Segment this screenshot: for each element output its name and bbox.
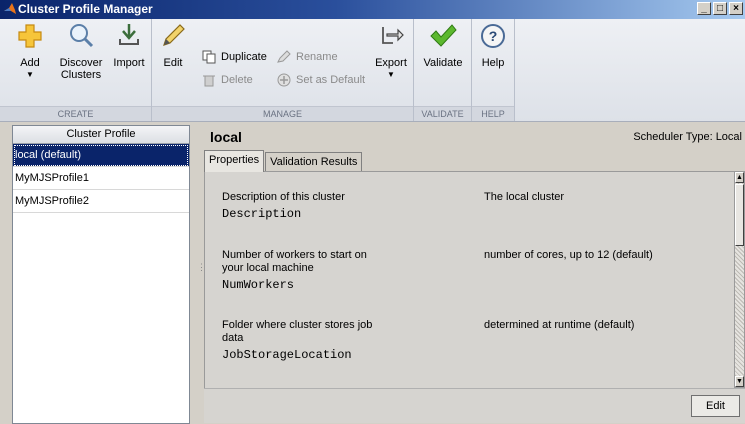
magnifier-icon (70, 24, 94, 48)
trash-icon (203, 75, 215, 87)
help-group-label: HELP (472, 106, 514, 121)
duplicate-button[interactable]: Duplicate (202, 50, 267, 64)
svg-text:?: ? (489, 28, 498, 44)
property-label-line1: Folder where cluster stores job (222, 319, 373, 331)
validate-label: Validate (423, 57, 463, 69)
property-value-description: The local cluster (484, 191, 565, 203)
edit-button[interactable]: Edit (158, 21, 188, 69)
discover-clusters-button[interactable]: Discover Clusters (56, 21, 106, 81)
property-label-line1: Number of workers to start on (222, 249, 367, 261)
set-as-default-button[interactable]: Set as Default (277, 73, 365, 87)
export-icon (382, 27, 404, 44)
export-label: Export (375, 57, 407, 69)
profile-title: local (210, 129, 242, 145)
properties-pane: Description of this cluster Description … (204, 171, 735, 390)
manage-group-label: MANAGE (152, 106, 413, 121)
property-name: Description (222, 207, 302, 221)
property-label: Description of this cluster (222, 191, 345, 203)
help-group: ? Help HELP (472, 19, 515, 121)
matlab-logo-icon (4, 3, 16, 14)
rename-icon (277, 50, 291, 63)
rename-label: Rename (296, 51, 338, 63)
edit-label: Edit (163, 57, 183, 69)
add-label: Add (20, 57, 40, 69)
property-jobstoragelocation: Folder where cluster stores job data Job… (222, 319, 462, 362)
help-button[interactable]: ? Help (476, 21, 510, 69)
discover-label-line1: Discover (59, 57, 103, 69)
tab-validation-results[interactable]: Validation Results (265, 152, 363, 172)
close-button[interactable]: × (729, 2, 743, 15)
checkmark-icon (430, 24, 457, 47)
profile-list-panel: Cluster Profile local (default) MyMJSPro… (12, 125, 190, 424)
import-icon (119, 24, 139, 45)
add-button[interactable]: Add ▼ (12, 21, 48, 79)
property-label-line2: data (222, 332, 244, 344)
scroll-up-arrow-icon[interactable]: ▲ (735, 172, 744, 183)
rename-button[interactable]: Rename (277, 50, 338, 64)
create-group-label: CREATE (0, 106, 151, 121)
maximize-button[interactable]: □ (713, 2, 727, 15)
validate-button[interactable]: Validate (421, 21, 465, 69)
detail-tabs: Properties Validation Results (204, 150, 363, 172)
duplicate-label: Duplicate (221, 51, 267, 63)
profile-item-local[interactable]: local (default) (13, 144, 189, 167)
property-value-numworkers: number of cores, up to 12 (default) (484, 249, 653, 261)
property-name: NumWorkers (222, 278, 295, 292)
title-bar: Cluster Profile Manager _ □ × (0, 0, 745, 19)
minimize-button[interactable]: _ (697, 2, 711, 15)
duplicate-icon (202, 50, 216, 64)
property-value-jobstoragelocation: determined at runtime (default) (484, 319, 635, 331)
tab-properties[interactable]: Properties (204, 150, 265, 172)
import-button[interactable]: Import (112, 21, 146, 69)
discover-label-line2: Clusters (60, 69, 102, 81)
dropdown-arrow-icon: ▼ (387, 70, 395, 79)
export-button[interactable]: Export ▼ (373, 21, 409, 79)
properties-scrollbar[interactable]: ▲ ▼ (734, 171, 745, 388)
edit-profile-button[interactable]: Edit (691, 395, 740, 417)
profile-list-header: Cluster Profile (13, 126, 189, 144)
plus-icon (18, 24, 42, 48)
profile-item-mymjsprofile1[interactable]: MyMJSProfile1 (13, 167, 189, 190)
manage-group: Edit Duplicate Delete Rename Set as Defa… (152, 19, 414, 121)
property-numworkers: Number of workers to start on your local… (222, 249, 462, 292)
window-title: Cluster Profile Manager (18, 2, 153, 16)
property-name: JobStorageLocation (222, 348, 352, 362)
profile-detail-panel: local Scheduler Type: Local Properties V… (201, 125, 745, 423)
delete-label: Delete (221, 74, 253, 86)
panel-splitter-handle[interactable]: ⋮ (197, 263, 206, 279)
property-description: Description of this cluster Description (222, 191, 462, 221)
dropdown-arrow-icon: ▼ (26, 70, 34, 79)
detail-button-bar: Edit (204, 388, 745, 423)
question-icon: ? (481, 24, 505, 48)
pencil-icon (163, 24, 185, 46)
plus-circle-icon (277, 73, 291, 87)
validate-group-label: VALIDATE (414, 106, 471, 121)
delete-button[interactable]: Delete (202, 73, 253, 87)
scrollbar-thumb[interactable] (735, 184, 744, 246)
validate-group: Validate VALIDATE (414, 19, 472, 121)
property-label-line2: your local machine (222, 262, 314, 274)
scheduler-type-label: Scheduler Type: Local (633, 131, 742, 143)
toolstrip: Add ▼ Discover Clusters Import CREATE Ed… (0, 19, 745, 122)
help-label: Help (481, 57, 505, 69)
scroll-down-arrow-icon[interactable]: ▼ (735, 376, 744, 387)
import-label: Import (113, 57, 145, 69)
create-group: Add ▼ Discover Clusters Import CREATE (0, 19, 152, 121)
profile-item-mymjsprofile2[interactable]: MyMJSProfile2 (13, 190, 189, 213)
set-as-default-label: Set as Default (296, 74, 366, 86)
